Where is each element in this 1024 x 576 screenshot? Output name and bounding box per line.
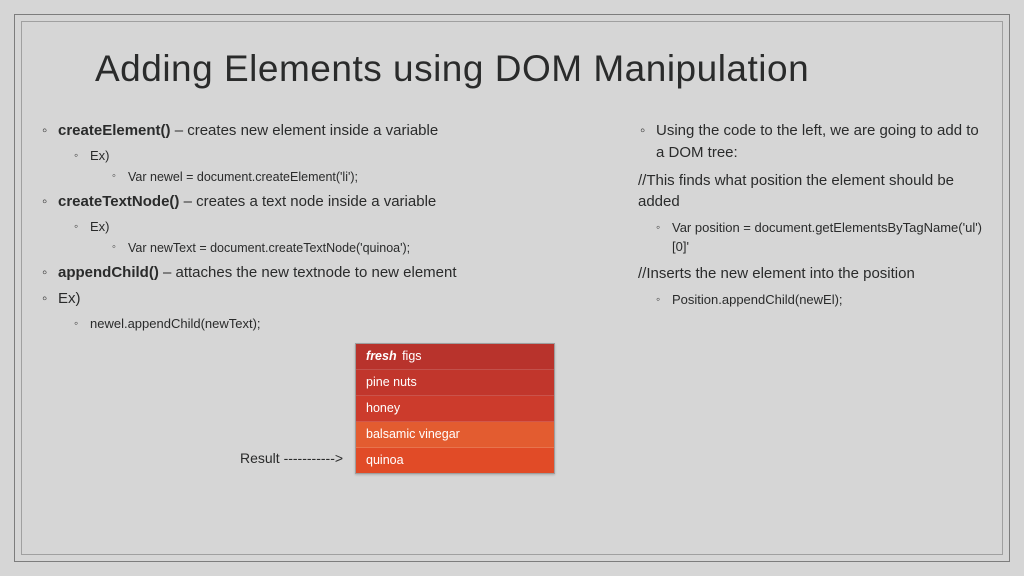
code-create-element: Var newel = document.createElement('li')… bbox=[100, 168, 610, 187]
intro-text: Using the code to the left, we are going… bbox=[638, 120, 984, 164]
list-item: pine nuts bbox=[356, 370, 554, 396]
list-item: quinoa bbox=[356, 448, 554, 473]
desc-create-textnode: – creates a text node inside a variable bbox=[179, 193, 436, 210]
example-label-3: Ex) bbox=[40, 288, 610, 310]
bullet-create-element: createElement() – creates new element in… bbox=[40, 120, 610, 142]
list-item: balsamic vinegar bbox=[356, 422, 554, 448]
desc-append-child: – attaches the new textnode to new eleme… bbox=[159, 264, 457, 281]
comment-insert: //Inserts the new element into the posit… bbox=[638, 263, 984, 284]
code-create-textnode: Var newText = document.createTextNode('q… bbox=[100, 239, 610, 258]
page-title: Adding Elements using DOM Manipulation bbox=[95, 48, 984, 90]
bullet-create-textnode: createTextNode() – creates a text node i… bbox=[40, 191, 610, 213]
term-append-child: appendChild() bbox=[58, 264, 159, 281]
code-insert: Position.appendChild(newEl); bbox=[644, 290, 984, 310]
code-find-position: Var position = document.getElementsByTag… bbox=[644, 218, 984, 257]
result-label: Result -----------> bbox=[240, 450, 343, 466]
bullet-append-child: appendChild() – attaches the new textnod… bbox=[40, 262, 610, 284]
code-append-child: newel.appendChild(newText); bbox=[62, 314, 610, 334]
slide-content: Adding Elements using DOM Manipulation c… bbox=[40, 36, 984, 546]
right-column: Using the code to the left, we are going… bbox=[638, 116, 984, 474]
result-listbox: fresh figspine nutshoneybalsamic vinegar… bbox=[355, 343, 555, 474]
list-item: fresh figs bbox=[356, 344, 554, 370]
term-create-textnode: createTextNode() bbox=[58, 193, 179, 210]
example-label-2: Ex) bbox=[62, 217, 610, 237]
list-item: honey bbox=[356, 396, 554, 422]
left-column: createElement() – creates new element in… bbox=[40, 116, 610, 474]
comment-find-position: //This finds what position the element s… bbox=[638, 170, 984, 212]
desc-create-element: – creates new element inside a variable bbox=[171, 122, 439, 139]
example-label-1: Ex) bbox=[62, 146, 610, 166]
term-create-element: createElement() bbox=[58, 122, 171, 139]
